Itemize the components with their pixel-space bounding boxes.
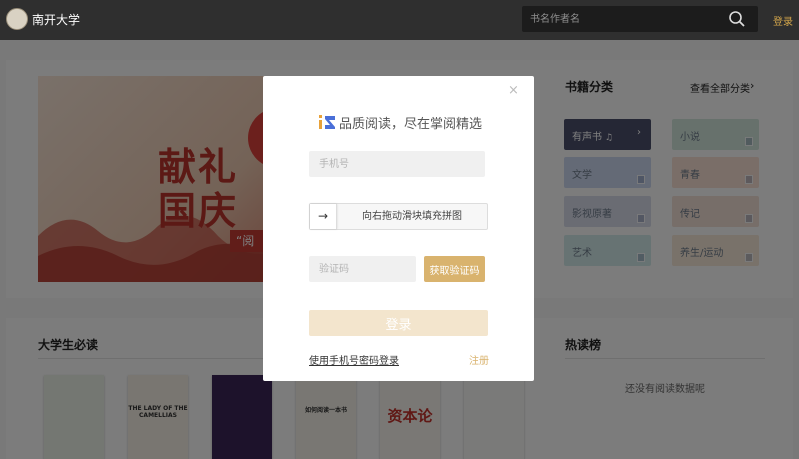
top-navigation-bar: 南开大学 登录 [0,0,799,40]
search-box [522,6,758,32]
register-link[interactable]: 注册 [469,352,489,367]
close-icon[interactable]: × [508,84,520,97]
verification-code-input[interactable] [309,256,416,282]
search-input[interactable] [530,10,720,28]
login-button[interactable]: 登录 [309,310,488,336]
phone-input[interactable] [309,151,485,177]
search-icon[interactable] [728,10,746,28]
password-login-link[interactable]: 使用手机号密码登录 [309,352,399,367]
header-login-link[interactable]: 登录 [773,13,793,28]
login-modal: × 品质阅读，尽在掌阅精选 → 向右拖动滑块填充拼图 获取验证码 登录 使用手机… [263,76,534,381]
slider-captcha[interactable]: → 向右拖动滑块填充拼图 [309,203,488,230]
university-logo-icon[interactable] [6,8,28,30]
get-code-button[interactable]: 获取验证码 [424,256,485,282]
brand-logo-icon [319,115,335,129]
modal-slogan: 品质阅读，尽在掌阅精选 [339,117,483,132]
site-name[interactable]: 南开大学 [32,11,80,28]
slider-handle-arrow-icon[interactable]: → [310,204,337,229]
slider-instruction-text: 向右拖动滑块填充拼图 [362,211,462,222]
